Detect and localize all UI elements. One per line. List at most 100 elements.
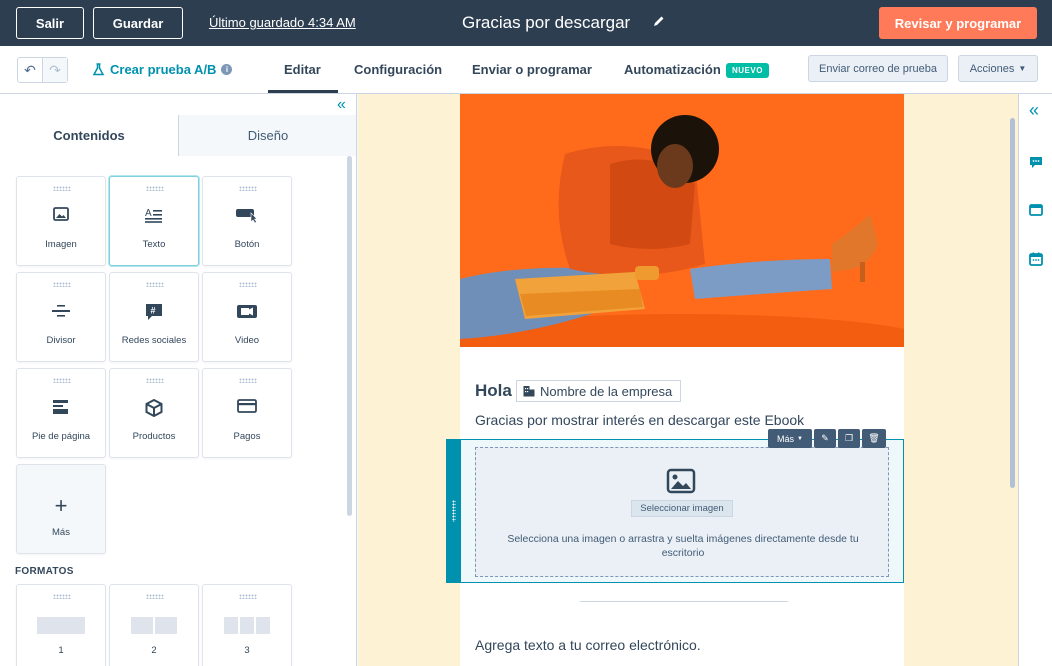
- caret-down-icon: ▼: [1018, 64, 1027, 73]
- product-icon: [145, 399, 163, 417]
- format-tile-3-columns[interactable]: 3: [202, 584, 292, 666]
- module-label: Botón: [234, 239, 260, 250]
- last-saved-link[interactable]: Último guardado 4:34 AM: [209, 15, 356, 30]
- social-icon: #: [146, 304, 162, 320]
- subtab-diseno[interactable]: Diseño: [178, 115, 356, 156]
- format-tile-1-column[interactable]: 1: [16, 584, 106, 666]
- module-tile-video[interactable]: Video: [202, 272, 292, 362]
- drag-grip-icon: [53, 282, 71, 287]
- document-title[interactable]: Gracias por descargar: [462, 13, 630, 33]
- subtab-contenidos[interactable]: Contenidos: [0, 115, 178, 156]
- panel-scrollbar[interactable]: [347, 156, 352, 516]
- module-tile-social[interactable]: # Redes sociales: [109, 272, 199, 362]
- module-tile-image[interactable]: Imagen: [16, 176, 106, 266]
- ab-test-label: Crear prueba A/B: [110, 62, 217, 77]
- divider-icon: [52, 305, 70, 317]
- format-tile-2-columns[interactable]: 2: [109, 584, 199, 666]
- plus-icon: +: [54, 493, 68, 518]
- module-drag-handle[interactable]: [447, 440, 461, 582]
- building-icon: [523, 386, 535, 397]
- redo-icon[interactable]: ↷: [42, 58, 67, 82]
- add-text-placeholder[interactable]: Agrega texto a tu correo electrónico.: [475, 637, 701, 653]
- editor-toolbar: ↶ ↷ Crear prueba A/B i Editar Configurac…: [0, 46, 1052, 94]
- module-label: Pagos: [233, 431, 261, 442]
- drag-grip-icon: [239, 282, 257, 287]
- flask-icon: [92, 63, 105, 76]
- text-icon: A: [145, 208, 162, 223]
- duplicate-icon[interactable]: ❐: [838, 429, 860, 448]
- save-button[interactable]: Guardar: [93, 7, 183, 39]
- module-action-bar: Más ▼ ✎ ❐ 🗑: [768, 429, 886, 448]
- calendar-icon[interactable]: [1029, 252, 1043, 266]
- collapse-panel-icon[interactable]: «: [337, 96, 346, 114]
- drag-grip-icon: [452, 500, 456, 522]
- drag-grip-icon: [53, 378, 71, 383]
- module-label: Video: [234, 335, 260, 346]
- module-more-label: Más: [777, 433, 795, 444]
- module-tile-text[interactable]: A Texto: [109, 176, 199, 266]
- caret-down-icon: ▼: [797, 435, 803, 442]
- exit-button[interactable]: Salir: [16, 7, 84, 39]
- thanks-text[interactable]: Gracias por mostrar interés en descargar…: [475, 412, 804, 428]
- three-column-icon: [203, 617, 291, 634]
- hero-image[interactable]: [460, 94, 904, 347]
- ab-test-button[interactable]: Crear prueba A/B i: [92, 62, 233, 77]
- tab-configuracion[interactable]: Configuración: [354, 62, 442, 77]
- delete-trash-icon[interactable]: 🗑: [862, 429, 886, 448]
- one-column-icon: [17, 617, 105, 634]
- preview-icon[interactable]: [1029, 204, 1043, 216]
- panel-subtabs: Contenidos Diseño: [0, 115, 356, 156]
- undo-icon[interactable]: ↶: [18, 58, 42, 82]
- svg-text:A: A: [145, 208, 152, 219]
- hero-photo: [460, 94, 904, 347]
- drag-grip-icon: [239, 378, 257, 383]
- tab-editar[interactable]: Editar: [284, 62, 321, 77]
- drag-grip-icon: [53, 186, 71, 191]
- info-icon[interactable]: i: [221, 64, 233, 75]
- payment-icon: [237, 399, 257, 413]
- module-label: Redes sociales: [121, 335, 187, 346]
- module-tile-payments[interactable]: Pagos: [202, 368, 292, 458]
- drop-instructions: Selecciona una imagen o arrastra y suelt…: [507, 533, 859, 559]
- module-tile-divider[interactable]: Divisor: [16, 272, 106, 362]
- module-tile-footer[interactable]: Pie de página: [16, 368, 106, 458]
- new-badge: NUEVO: [726, 63, 769, 78]
- module-label: Imagen: [45, 239, 77, 250]
- formats-heading: FORMATOS: [15, 566, 74, 577]
- comment-icon[interactable]: [1029, 156, 1043, 169]
- drag-grip-icon: [239, 186, 257, 191]
- expand-panel-icon[interactable]: «: [1029, 100, 1039, 121]
- image-module-selected[interactable]: Seleccionar imagen Selecciona una imagen…: [446, 439, 904, 583]
- button-icon: [236, 209, 258, 223]
- left-panel: « Contenidos Diseño Imagen A Texto Botón…: [0, 94, 357, 666]
- image-icon: [53, 207, 69, 221]
- canvas-scrollbar[interactable]: [1010, 118, 1015, 488]
- drag-grip-icon: [239, 594, 257, 599]
- svg-text:#: #: [151, 306, 156, 316]
- module-tile-more[interactable]: + Más: [16, 464, 106, 554]
- module-tile-products[interactable]: Productos: [109, 368, 199, 458]
- image-placeholder-icon: [666, 468, 696, 494]
- edit-pencil-icon[interactable]: ✎: [814, 429, 836, 448]
- footer-icon: [53, 400, 68, 414]
- image-dropzone[interactable]: Seleccionar imagen Selecciona una imagen…: [475, 447, 889, 577]
- send-test-email-button[interactable]: Enviar correo de prueba: [808, 55, 948, 82]
- greeting-text[interactable]: Hola: [475, 381, 512, 401]
- module-tile-button[interactable]: Botón: [202, 176, 292, 266]
- module-label: Texto: [142, 239, 166, 250]
- review-and-schedule-button[interactable]: Revisar y programar: [879, 7, 1037, 39]
- pencil-icon[interactable]: [652, 14, 666, 28]
- right-rail: «: [1018, 94, 1052, 666]
- drag-grip-icon: [53, 594, 71, 599]
- email-divider[interactable]: [580, 601, 788, 602]
- module-label: Más: [52, 527, 70, 538]
- undo-redo-group: ↶ ↷: [17, 57, 68, 83]
- two-column-icon: [110, 617, 198, 634]
- email-canvas: Hola Nombre de la empresa Gracias por mo…: [358, 94, 1018, 666]
- tab-enviar-o-programar[interactable]: Enviar o programar: [472, 62, 592, 77]
- module-more-dropdown[interactable]: Más ▼: [768, 429, 812, 448]
- select-image-button[interactable]: Seleccionar imagen: [631, 500, 733, 517]
- actions-dropdown[interactable]: Acciones ▼: [958, 55, 1038, 82]
- company-name-token[interactable]: Nombre de la empresa: [516, 380, 682, 402]
- tab-automatizacion[interactable]: Automatización: [624, 62, 721, 77]
